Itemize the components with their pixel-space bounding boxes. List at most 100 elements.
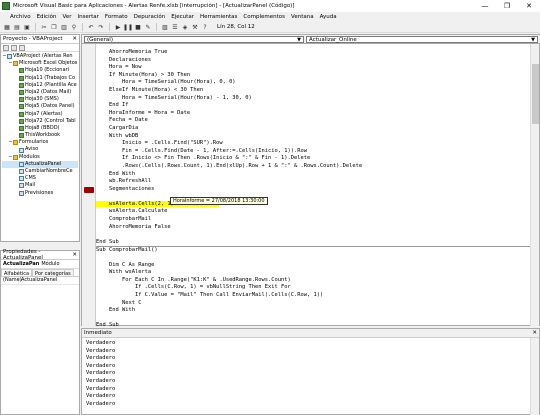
immediate-scrollbar[interactable] (530, 338, 539, 415)
code-line[interactable]: If .Cells(C.Row, 1) = vbNullString Then … (96, 284, 531, 292)
tree-item[interactable]: Aviso (2, 146, 78, 153)
undo-icon[interactable]: ↶ (87, 23, 95, 31)
code-line[interactable]: With wsAlerta (96, 269, 531, 277)
code-line[interactable]: End If (96, 102, 531, 110)
help-icon[interactable]: ? (201, 23, 209, 31)
design-mode-icon[interactable]: ✎ (144, 23, 152, 31)
menu-ayuda[interactable]: Ayuda (317, 14, 340, 20)
menu-insertar[interactable]: Insertar (74, 14, 101, 20)
tree-item[interactable]: Mail (2, 182, 78, 189)
insert-module-icon[interactable]: ▤ (13, 23, 21, 31)
restore-button[interactable]: ❐ (496, 0, 518, 12)
property-value[interactable]: ActualizaPanel (19, 277, 57, 284)
code-line[interactable]: End With (96, 307, 531, 315)
code-line[interactable]: wsAlerta.Calculate (96, 208, 531, 216)
save-icon[interactable]: ▣ (23, 23, 31, 31)
toolbox-icon[interactable]: ⚒ (191, 23, 199, 31)
toggle-folders-icon[interactable] (19, 45, 25, 51)
scrollbar-thumb[interactable] (532, 64, 539, 124)
code-line[interactable]: wb.RefreshAll (96, 178, 531, 186)
code-line[interactable]: Segmentaciones (96, 186, 531, 194)
code-line[interactable]: Sub ComprobarMail() (96, 246, 531, 254)
code-line[interactable]: If C.Value = "Mail" Then Call EnviarMail… (96, 292, 531, 300)
tree-item[interactable]: CambiarNombreCe (2, 168, 78, 175)
code-line[interactable]: End Sub (96, 239, 531, 247)
menu-ver[interactable]: Ver (59, 14, 74, 20)
property-row[interactable]: (Name) ActualizaPanel (1, 277, 79, 285)
code-line[interactable] (96, 231, 531, 239)
excel-view-icon[interactable]: ▦ (3, 23, 11, 31)
tree-item[interactable]: − Formularios (2, 139, 78, 146)
code-line[interactable]: Hora = TimeSerial(Hour(Hora) - 1, 30, 0) (96, 95, 531, 103)
object-selector[interactable]: ActualizaPan Módulo (1, 260, 79, 269)
breakpoint-marker-icon[interactable] (84, 187, 94, 193)
tree-item[interactable]: ActualizaPanel (2, 160, 78, 168)
tree-item[interactable]: Hoja7 (Alertas) (2, 111, 78, 118)
code-line[interactable] (96, 193, 531, 201)
code-line[interactable]: ElseIf Minute(Hora) < 30 Then (96, 87, 531, 95)
code-line[interactable]: End With (96, 171, 531, 179)
code-line[interactable]: HoraInforme = Hora = Date (96, 110, 531, 118)
procedure-dropdown[interactable]: Actualizar_Online ▼ (306, 36, 538, 43)
tree-item[interactable]: Hoja8 (BBDD) (2, 125, 78, 132)
close-icon[interactable]: ✕ (72, 252, 77, 258)
menu-ejecutar[interactable]: Ejecutar (168, 14, 197, 20)
code-line[interactable]: With wbDB (96, 133, 531, 141)
close-icon[interactable]: ✕ (72, 36, 77, 42)
tab-alfabetica[interactable]: Alfabética (1, 269, 33, 277)
code-line[interactable]: AhorroMemoria True (96, 49, 531, 57)
code-line[interactable]: AhorroMemoria False (96, 224, 531, 232)
tree-item[interactable]: CMS (2, 175, 78, 182)
menu-formato[interactable]: Formato (102, 14, 131, 20)
code-line[interactable]: End Sub (96, 322, 531, 327)
tab-por-categorias[interactable]: Por categorías (32, 269, 74, 277)
object-dropdown[interactable]: (General) ▼ (84, 36, 304, 43)
menu-complementos[interactable]: Complementos (240, 14, 288, 20)
reset-icon[interactable]: ■ (134, 23, 142, 31)
menu-archivo[interactable]: Archivo (2, 14, 34, 20)
close-icon[interactable]: ✕ (532, 330, 537, 336)
code-line[interactable]: Fin = .Cells.Find(Date - 1, After:=.Cell… (96, 148, 531, 156)
code-line[interactable]: ComprobarMail (96, 216, 531, 224)
find-icon[interactable]: ⚲ (70, 23, 78, 31)
code-line[interactable]: Hora = Now (96, 64, 531, 72)
tree-item[interactable]: Hoja5 (Datos Panel) (2, 103, 78, 110)
break-icon[interactable]: ❚❚ (123, 23, 133, 31)
menu-herramientas[interactable]: Herramientas (197, 14, 240, 20)
code-line[interactable]: Fecha = Date (96, 117, 531, 125)
tree-item[interactable]: − VBAProject (Alertas Ren (2, 53, 78, 60)
tree-item[interactable]: − Microsoft Excel Objetos (2, 60, 78, 67)
view-object-icon[interactable] (11, 45, 17, 51)
object-browser-icon[interactable]: ◈ (181, 23, 189, 31)
code-line[interactable] (96, 254, 531, 262)
code-line[interactable]: For Each C In .Range("K1:K" & .UsedRange… (96, 277, 531, 285)
code-line[interactable]: Hora = TimeSerial(Hour(Hora), 0, 0) (96, 79, 531, 87)
minimize-button[interactable]: — (474, 0, 496, 12)
properties-icon[interactable]: ☰ (171, 23, 179, 31)
breakpoint-margin[interactable] (82, 44, 96, 326)
tree-item[interactable]: Previsiones (2, 190, 78, 197)
tree-item[interactable]: Hoja72 (Control Tabl (2, 118, 78, 125)
code-line[interactable]: Next C (96, 300, 531, 308)
tree-item[interactable]: − Módulos (2, 154, 78, 161)
tree-item[interactable]: Hoja2 (Datos Mail) (2, 89, 78, 96)
code-line[interactable]: CargarDia (96, 125, 531, 133)
copy-icon[interactable]: ❐ (50, 23, 58, 31)
menu-depuracion[interactable]: Depuración (131, 14, 169, 20)
code-line[interactable] (96, 315, 531, 323)
tree-item[interactable]: Hoja11 (Trabajos Co (2, 75, 78, 82)
menu-edicion[interactable]: Edición (34, 14, 60, 20)
code-line[interactable]: Inicio = .Cells.Find("SUR").Row (96, 140, 531, 148)
view-code-icon[interactable] (3, 45, 9, 51)
tree-item[interactable]: Hoja12 (Plantilla Ace (2, 82, 78, 89)
code-line[interactable]: .Rows(.Cells(.Rows.Count, 1).End(xlUp).R… (96, 163, 531, 171)
code-line[interactable]: Declaraciones (96, 57, 531, 65)
tree-item[interactable]: ThisWorkbook (2, 132, 78, 139)
project-explorer-icon[interactable]: ▧ (161, 23, 169, 31)
code-line[interactable]: If Minute(Hora) > 30 Then (96, 72, 531, 80)
code-editor[interactable]: AhorroMemoria True Declaraciones Hora = … (96, 49, 531, 327)
tree-item[interactable]: Hoja30 (SMS) (2, 96, 78, 103)
cut-icon[interactable]: ✂ (40, 23, 48, 31)
close-button[interactable]: ✕ (518, 0, 540, 12)
tree-item[interactable]: Hoja10 (Eccionari (2, 67, 78, 74)
